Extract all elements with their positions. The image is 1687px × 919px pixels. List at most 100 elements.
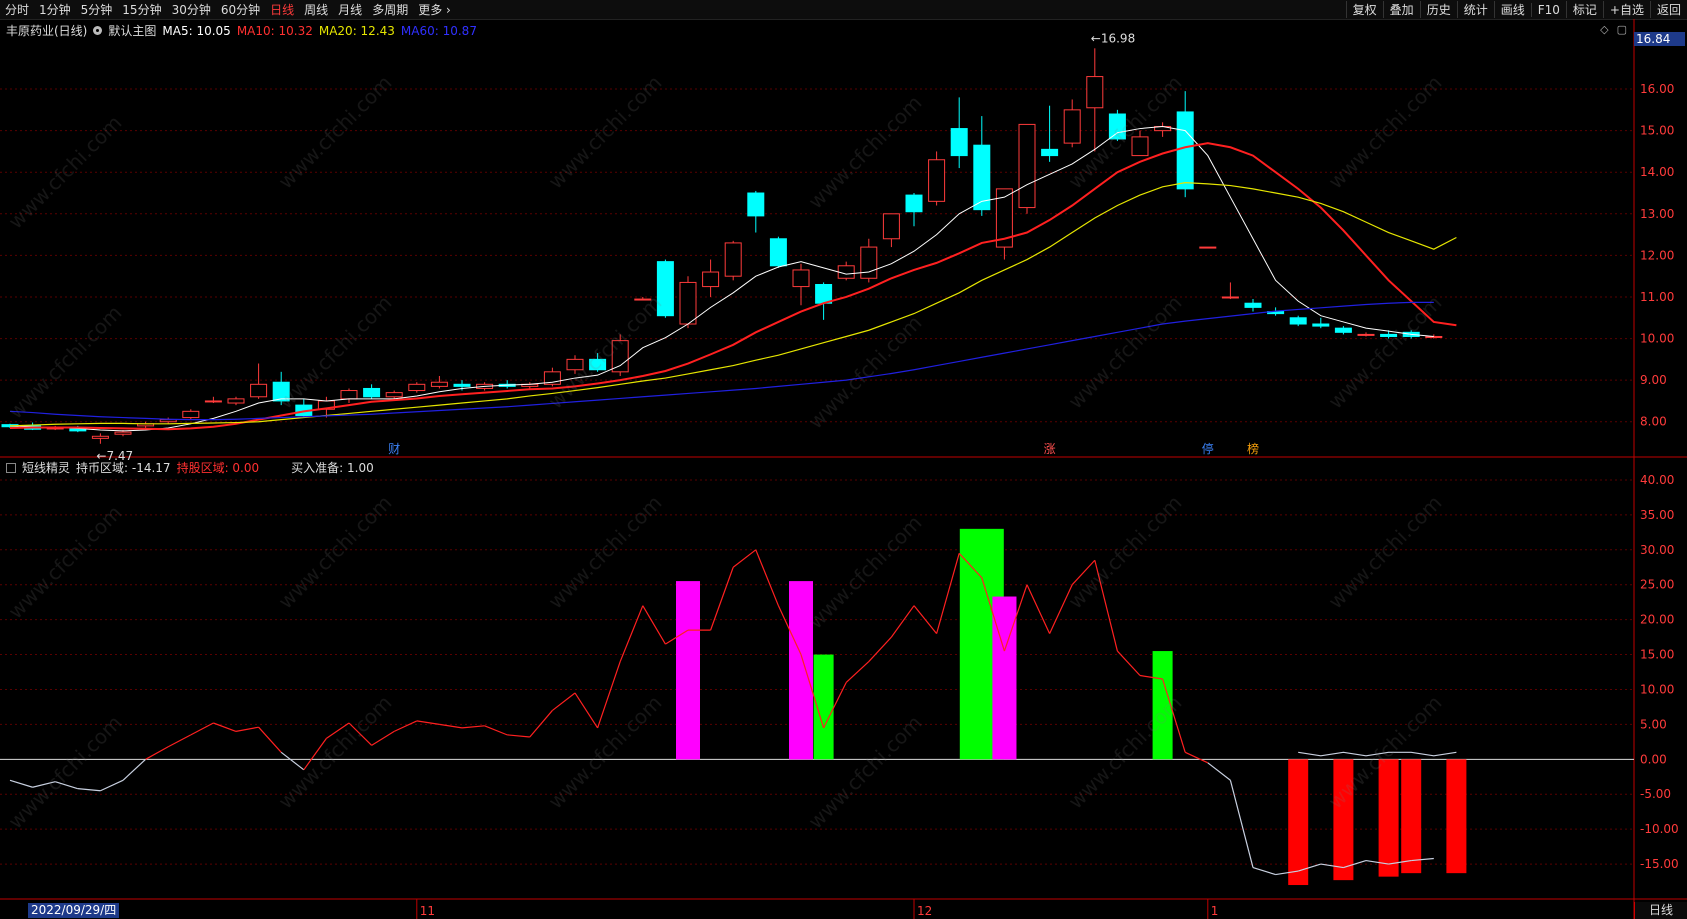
sub-y-tick-6: 15.00 — [1640, 648, 1674, 662]
period-tab-10[interactable]: 更多 › — [413, 1, 456, 18]
tool-button-4[interactable]: 画线 — [1493, 1, 1531, 18]
candle-body-42 — [950, 128, 968, 157]
indicator-segment-53 — [1207, 762, 1231, 781]
candle-body-48 — [1086, 76, 1104, 109]
settings-gear-icon[interactable] — [93, 26, 103, 35]
sub-y-tick-2: -5.00 — [1640, 787, 1671, 801]
candle-body-60 — [1357, 333, 1375, 336]
indicator-segment-33 — [755, 549, 779, 606]
ma5-value: MA5: 10.05 — [162, 23, 231, 38]
indicator-segment-47 — [1071, 559, 1096, 586]
indicator-segment-55 — [1252, 866, 1276, 876]
bar-magenta-top-1 — [789, 581, 813, 760]
indicator-segment-39 — [890, 605, 915, 638]
ma10-value: MA10: 10.32 — [236, 23, 313, 38]
indicator-segment-11 — [258, 726, 282, 753]
indicator-segment-31 — [710, 567, 734, 631]
period-tab-2[interactable]: 5分钟 — [76, 1, 118, 18]
candle-body-26 — [589, 358, 607, 371]
main-y-tick-5: 13.00 — [1640, 207, 1674, 221]
month-label-0: 11 — [420, 904, 435, 918]
period-tab-4[interactable]: 30分钟 — [167, 1, 216, 18]
candle-body-61 — [1380, 333, 1398, 337]
candle-body-27 — [611, 340, 629, 373]
current-price-tag: 16.84 — [1634, 32, 1685, 46]
indicator-segment-12 — [280, 751, 305, 771]
main-chart-legend: 丰原药业(日线) 默认主图 MA5: 10.05 MA10: 10.32 MA2… — [6, 22, 477, 39]
indicator-segment-23 — [529, 710, 553, 738]
candle-body-63 — [1425, 335, 1443, 338]
period-tab-8[interactable]: 月线 — [333, 1, 367, 18]
stock-name[interactable]: 丰原药业(日线) — [6, 22, 87, 39]
candle-body-41 — [928, 159, 946, 202]
tool-button-6[interactable]: 标记 — [1565, 1, 1603, 18]
buy-ready-value: 买入准备: 1.00 — [291, 461, 374, 475]
tool-buttons: 复权 叠加 历史 统计 画线 F10 标记 +自选 返回 — [1345, 0, 1687, 19]
candle-body-7 — [159, 419, 177, 423]
period-toolbar: 分时 1分钟 5分钟 15分钟 30分钟 60分钟 日线 周线 月线 多周期 更多 › 复权 叠加 历史… — [0, 0, 1687, 20]
sub-y-tick-10: 35.00 — [1640, 508, 1674, 522]
main-y-tick-1: 9.00 — [1640, 373, 1667, 387]
candle-body-38 — [860, 246, 878, 279]
indicator-segment-17 — [393, 720, 418, 732]
indicator-segment-4 — [100, 779, 124, 792]
candle-body-30 — [679, 281, 697, 325]
sub-collapse-icon[interactable] — [6, 462, 16, 473]
candle-body-50 — [1131, 136, 1149, 157]
ma-line-ma60 — [9, 301, 1434, 421]
indicator-segment-18 — [416, 720, 440, 725]
sub-y-tick-3: 0.00 — [1640, 752, 1667, 766]
indicator-segment-27 — [619, 605, 644, 662]
indicator-segment-28 — [642, 605, 666, 645]
sub-y-tick-5: 10.00 — [1640, 682, 1674, 696]
template-name[interactable]: 默认主图 — [108, 22, 156, 39]
indicator-segment-13 — [303, 738, 327, 771]
candle-body-47 — [1063, 109, 1081, 144]
indicator-segment-14 — [326, 722, 350, 739]
bar-magenta-top-2 — [992, 596, 1017, 760]
tool-button-5[interactable]: F10 — [1530, 2, 1566, 17]
indicator-segment-24 — [552, 692, 576, 711]
indicator-segment-6 — [145, 746, 169, 760]
indicator-segment-21 — [484, 725, 508, 736]
period-tab-1[interactable]: 1分钟 — [34, 1, 76, 18]
maximize-icon[interactable]: ▢ — [1617, 23, 1627, 36]
hold-coin-value: 持币区域: -14.17 — [76, 461, 171, 475]
indicator-zero-marks — [1298, 751, 1457, 757]
tool-button-3[interactable]: 统计 — [1456, 1, 1494, 18]
event-tag-2: 停 — [1202, 441, 1214, 456]
month-label-2: 1 — [1211, 904, 1219, 918]
tool-button-7[interactable]: +自选 — [1602, 1, 1650, 18]
candle-body-16 — [363, 387, 381, 398]
period-tab-5[interactable]: 60分钟 — [216, 1, 265, 18]
period-tab-9[interactable]: 多周期 — [367, 1, 413, 18]
indicator-name[interactable]: 短线精灵 — [22, 459, 70, 476]
month-label-1: 12 — [917, 904, 932, 918]
indicator-segment-38 — [868, 636, 892, 662]
tool-button-0[interactable]: 复权 — [1345, 1, 1383, 18]
period-tab-0[interactable]: 分时 — [0, 1, 34, 18]
candle-body-52 — [1176, 111, 1194, 190]
candle-body-9 — [204, 400, 222, 403]
indicator-segment-41 — [936, 553, 960, 634]
main-y-tick-3: 11.00 — [1640, 290, 1674, 304]
indicator-segment-40 — [913, 605, 938, 634]
period-indicator[interactable]: 日线 — [1634, 902, 1687, 919]
period-tab-7[interactable]: 周线 — [299, 1, 333, 18]
indicator-segment-52 — [1184, 751, 1209, 764]
indicator-segment-3 — [77, 788, 101, 792]
candle-body-31 — [702, 271, 720, 288]
tool-button-1[interactable]: 叠加 — [1382, 1, 1420, 18]
tool-button-2[interactable]: 历史 — [1419, 1, 1457, 18]
candle-body-53 — [1199, 246, 1217, 249]
period-tab-6[interactable]: 日线 — [265, 1, 299, 18]
candle-body-12 — [272, 381, 290, 402]
tool-button-8[interactable]: 返回 — [1649, 1, 1687, 18]
main-y-tick-4: 12.00 — [1640, 248, 1674, 262]
candle-body-10 — [227, 398, 245, 404]
main-y-tick-7: 15.00 — [1640, 124, 1674, 138]
diamond-icon[interactable]: ◇ — [1600, 23, 1608, 36]
indicator-segment-25 — [574, 692, 599, 729]
candle-body-34 — [769, 238, 787, 267]
period-tab-3[interactable]: 15分钟 — [117, 1, 166, 18]
